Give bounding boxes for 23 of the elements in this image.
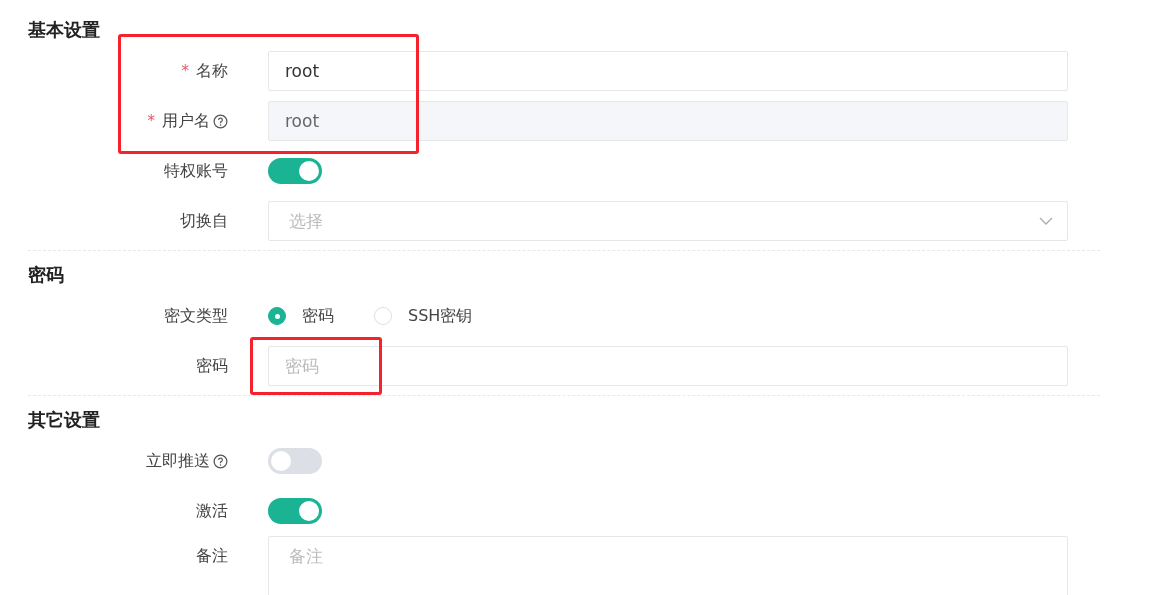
section-title: 基本设置 (28, 18, 101, 42)
radio-option[interactable]: 密码 (268, 305, 334, 327)
section-title: 密码 (28, 263, 65, 287)
field-label: 用户名 (162, 110, 210, 132)
field-label: 立即推送 (146, 450, 210, 472)
toggle-switch[interactable] (268, 448, 322, 474)
required-mark: * (147, 112, 155, 130)
field-label: 备注 (196, 546, 228, 567)
chevron-down-icon (1039, 217, 1053, 225)
section-title: 其它设置 (28, 408, 101, 432)
toggle-switch[interactable] (268, 498, 322, 524)
field-label: 切换自 (180, 210, 228, 232)
field-label: 激活 (196, 500, 228, 522)
input-field[interactable]: 密码 (268, 346, 1068, 386)
toggle-switch[interactable] (268, 158, 322, 184)
radio-option[interactable]: SSH密钥 (374, 305, 473, 327)
input-field[interactable]: root (268, 51, 1068, 91)
field-label: 密码 (196, 355, 228, 377)
field-label: 名称 (196, 60, 228, 82)
field-label: 特权账号 (164, 160, 228, 182)
field-label: 密文类型 (164, 305, 228, 327)
required-mark: * (181, 62, 189, 80)
textarea-field[interactable]: 备注 (268, 536, 1068, 595)
